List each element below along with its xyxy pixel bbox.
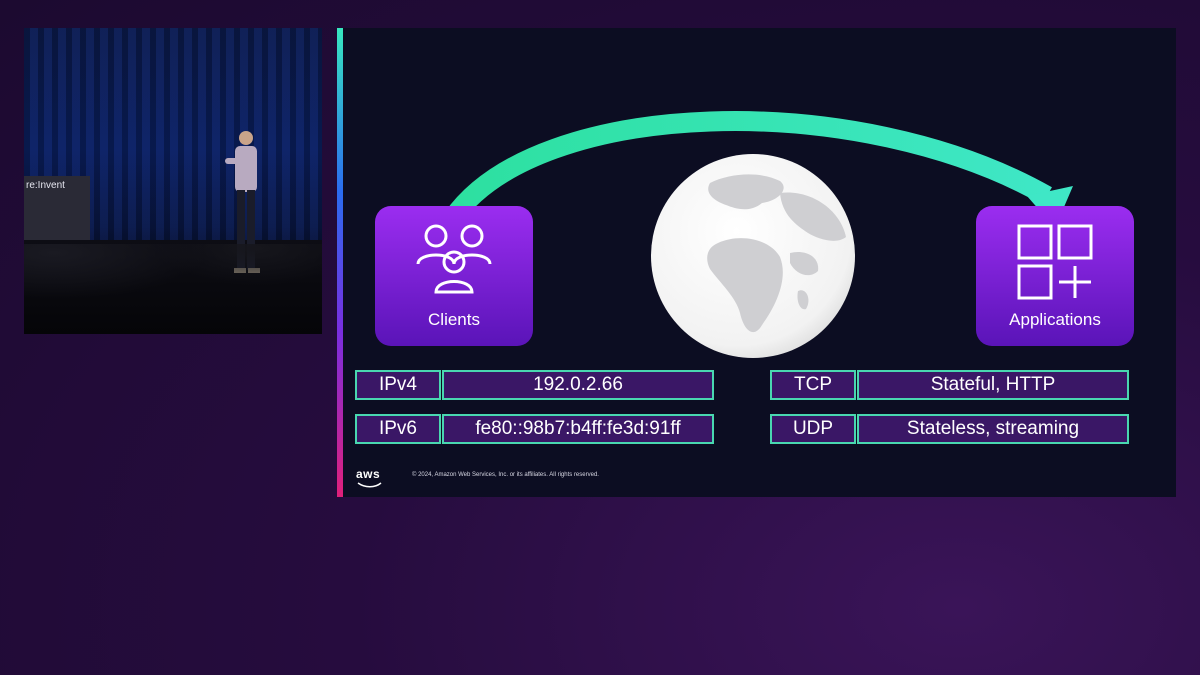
ipv6-key-cell: IPv6 [355, 414, 441, 444]
ipv4-key-cell: IPv4 [355, 370, 441, 400]
audience-silhouettes [24, 244, 322, 334]
tcp-value-cell: Stateful, HTTP [857, 370, 1129, 400]
udp-value-cell: Stateless, streaming [857, 414, 1129, 444]
users-icon [416, 224, 492, 294]
applications-tile: Applications [976, 206, 1134, 346]
speaker-video: re:Invent [24, 28, 322, 334]
udp-key-cell: UDP [770, 414, 856, 444]
globe-icon [651, 154, 855, 358]
ipv4-value-cell: 192.0.2.66 [442, 370, 714, 400]
applications-grid-icon [1017, 224, 1093, 300]
tcp-key-cell: TCP [770, 370, 856, 400]
ipv6-value-cell: fe80::98b7:b4ff:fe3d:91ff [442, 414, 714, 444]
aws-smile-icon [357, 482, 382, 488]
event-banner-text: re:Invent [26, 180, 65, 191]
presentation-slide: Clients Applications IPv4 192.0.2.66 IPv… [337, 28, 1176, 497]
clients-tile: Clients [375, 206, 533, 346]
applications-label: Applications [1009, 310, 1101, 329]
aws-logo: aws [356, 467, 381, 481]
copyright-text: © 2024, Amazon Web Services, Inc. or its… [412, 472, 599, 478]
clients-label: Clients [428, 310, 480, 329]
